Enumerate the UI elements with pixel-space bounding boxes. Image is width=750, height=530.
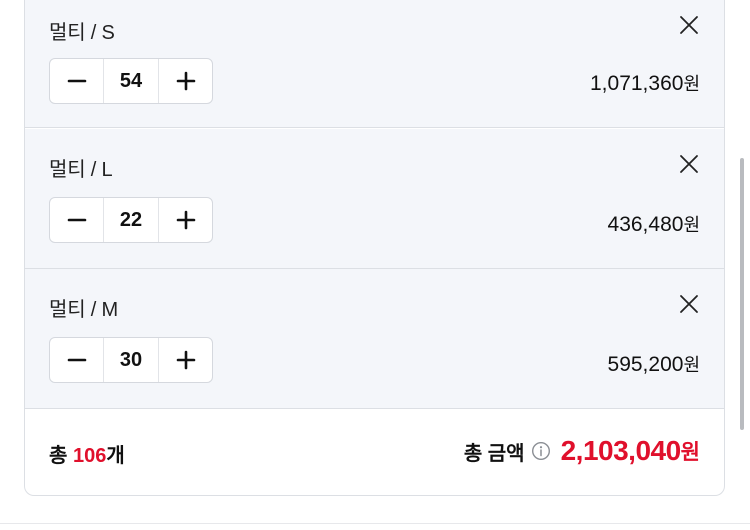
option-price: 1,071,360원 (590, 70, 700, 96)
quantity-stepper: 30 (49, 337, 213, 383)
info-icon[interactable] (531, 441, 551, 461)
option-price: 595,200원 (608, 351, 700, 377)
count-prefix: 총 (49, 445, 73, 467)
price-currency: 원 (683, 74, 700, 94)
total-amount-value: 2,103,040 (560, 435, 682, 466)
option-price: 436,480원 (608, 211, 700, 237)
option-name: 멀티 / M (49, 299, 118, 321)
price-value: 1,071,360 (590, 72, 684, 95)
option-item: 멀티 / M 30 595,200원 (25, 269, 724, 409)
quantity-value[interactable]: 54 (103, 59, 159, 103)
option-item: 멀티 / L 22 436,480원 (25, 129, 724, 269)
minus-icon (67, 79, 86, 83)
price-value: 595,200 (607, 353, 684, 376)
total-count: 총 106개 (49, 439, 125, 468)
minus-icon (67, 218, 86, 222)
remove-option-button[interactable] (678, 153, 700, 175)
increase-button[interactable] (159, 59, 212, 103)
price-currency: 원 (683, 215, 700, 235)
increase-button[interactable] (159, 338, 212, 382)
quantity-value[interactable]: 30 (103, 338, 159, 382)
count-value: 106 (72, 445, 107, 467)
quantity-stepper: 54 (49, 58, 213, 104)
total-amount: 총 금액 2,103,040 원 (464, 435, 700, 467)
order-summary: 총 106개 총 금액 2,103,040 원 (25, 409, 724, 495)
option-name: 멀티 / L (49, 159, 113, 181)
quantity-stepper: 22 (49, 197, 213, 243)
decrease-button[interactable] (50, 59, 103, 103)
plus-icon (176, 210, 195, 230)
scrollbar[interactable] (740, 158, 744, 430)
minus-icon (67, 358, 86, 362)
remove-option-button[interactable] (678, 293, 700, 315)
plus-icon (176, 71, 195, 91)
total-amount-label: 총 금액 (463, 442, 525, 465)
remove-option-button[interactable] (678, 14, 700, 36)
close-icon (680, 16, 698, 34)
close-icon (680, 155, 698, 173)
total-amount-currency: 원 (680, 441, 700, 464)
option-item: 멀티 / S 54 1,071,360원 (25, 0, 724, 128)
increase-button[interactable] (159, 198, 212, 242)
decrease-button[interactable] (50, 198, 103, 242)
close-icon (680, 295, 698, 313)
price-currency: 원 (683, 355, 700, 375)
option-name: 멀티 / S (49, 22, 115, 44)
decrease-button[interactable] (50, 338, 103, 382)
quantity-value[interactable]: 22 (103, 198, 159, 242)
order-option-panel: 멀티 / S 54 1,071,360원 멀티 / L 22 436,480원 … (24, 0, 725, 496)
divider (0, 523, 750, 524)
price-value: 436,480 (607, 213, 684, 236)
plus-icon (176, 350, 195, 370)
count-suffix: 개 (106, 445, 125, 467)
